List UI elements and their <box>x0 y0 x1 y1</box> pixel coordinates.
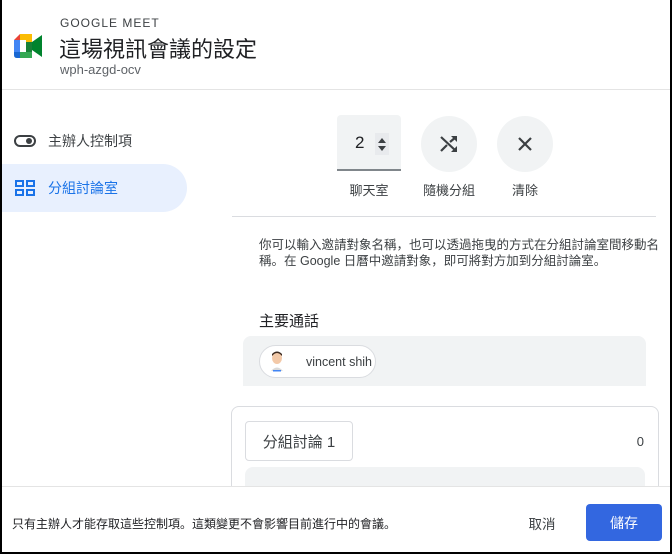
clear-label: 清除 <box>511 183 538 198</box>
sidebar-item-host-controls[interactable]: 主辦人控制項 <box>2 117 187 165</box>
clear-button[interactable] <box>497 116 553 172</box>
dialog-header: GOOGLE MEET 這場視訊會議的設定 wph-azgd-ocv <box>2 0 670 90</box>
section-divider <box>232 216 656 217</box>
room-drop-zone[interactable]: 輸入名稱或拖曳到這裡 <box>245 467 645 486</box>
room-count-label: 聊天室 <box>349 183 389 198</box>
main-call-participants[interactable]: vincent shih <box>243 336 646 386</box>
shuffle-label: 隨機分組 <box>422 183 475 198</box>
main-call-heading: 主要通話 <box>259 313 320 330</box>
increment-arrow-icon[interactable] <box>378 137 386 143</box>
sidebar-item-breakout-rooms[interactable]: 分組討論室 <box>2 164 187 212</box>
meeting-code: wph-azgd-ocv <box>60 62 141 77</box>
host-only-note: 只有主辦人才能存取這些控制項。這類變更不會影響目前進行中的會議。 <box>12 517 397 531</box>
save-button[interactable]: 儲存 <box>586 504 662 541</box>
dialog-footer: 只有主辦人才能存取這些控制項。這類變更不會影響目前進行中的會議。 取消 儲存 <box>2 486 670 552</box>
participant-chip[interactable]: vincent shih <box>259 345 376 378</box>
sidebar-item-label: 主辦人控制項 <box>48 133 132 149</box>
room-participant-count: 0 <box>636 434 644 449</box>
meeting-settings-dialog: GOOGLE MEET 這場視訊會議的設定 wph-azgd-ocv 主辦人控制… <box>0 0 672 554</box>
shuffle-icon <box>440 136 457 152</box>
stepper-arrows[interactable] <box>375 133 389 155</box>
settings-sidebar: 主辦人控制項 分組討論室 <box>2 91 202 486</box>
toggle-icon <box>14 133 36 149</box>
decrement-arrow-icon[interactable] <box>378 145 386 151</box>
google-meet-logo-icon <box>14 34 42 58</box>
sidebar-item-label: 分組討論室 <box>48 180 118 196</box>
shuffle-button[interactable] <box>421 116 477 172</box>
participant-name: vincent shih <box>306 354 373 369</box>
breakout-room-card: 分組討論 1 0 輸入名稱或拖曳到這裡 <box>231 406 659 486</box>
cancel-button[interactable]: 取消 <box>522 505 562 541</box>
avatar <box>268 351 286 373</box>
breakout-rooms-panel: 2 聊天室 隨機分組 清除 你可以輸入邀請對象名稱，也可以透過拖曳的方式在分組討… <box>227 91 670 486</box>
grid-icon <box>14 180 36 196</box>
room-name-input[interactable]: 分組討論 1 <box>245 421 353 461</box>
room-count-stepper[interactable]: 2 <box>337 115 401 171</box>
close-icon <box>518 137 532 151</box>
instructions-text: 你可以輸入邀請對象名稱，也可以透過拖曳的方式在分組討論室間移動名稱。在 Goog… <box>259 238 660 268</box>
app-brand: GOOGLE MEET <box>60 16 160 30</box>
dialog-title: 這場視訊會議的設定 <box>59 37 258 62</box>
room-count-value: 2 <box>355 133 365 152</box>
